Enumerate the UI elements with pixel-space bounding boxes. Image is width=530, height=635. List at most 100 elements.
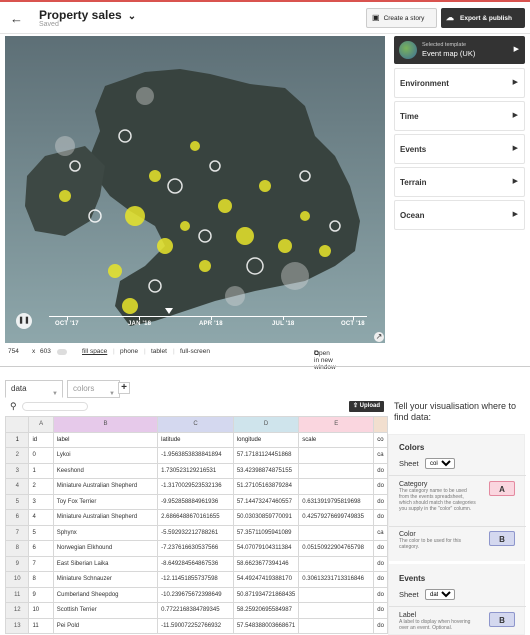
table-cell[interactable]: 0.05150922904765798 [298, 540, 375, 557]
table-cell[interactable]: 0.6313919795819698 [298, 493, 375, 510]
table-cell[interactable]: 10 [28, 602, 54, 619]
events-sheet-select[interactable]: data [425, 589, 455, 600]
row-number[interactable]: 8 [5, 540, 30, 557]
table-cell[interactable]: Sphynx [52, 524, 159, 541]
table-cell[interactable]: Cumberland Sheepdog [52, 586, 159, 603]
section-ocean[interactable]: Ocean ▶ [394, 200, 525, 230]
table-cell[interactable]: Pei Pold [52, 617, 159, 634]
tab-data[interactable]: data ▼ [5, 380, 63, 398]
row-number[interactable]: 2 [5, 447, 30, 464]
table-cell[interactable]: -11.590072252766932 [157, 617, 234, 634]
table-cell[interactable]: -5.592932212788261 [157, 524, 234, 541]
column-header-e[interactable]: E [298, 416, 375, 433]
table-cell[interactable]: -1.9563853838841894 [157, 447, 234, 464]
table-cell[interactable]: do [373, 571, 388, 588]
table-cell[interactable]: 51.27105163879284 [232, 478, 300, 495]
table-cell[interactable]: -7.237616630537566 [157, 540, 234, 557]
tab-colors[interactable]: colors ▼ [67, 380, 120, 398]
search-input[interactable] [22, 402, 88, 411]
table-cell[interactable]: 58.25920695584987 [232, 602, 300, 619]
table-cell[interactable]: do [373, 617, 388, 634]
table-cell[interactable] [298, 586, 375, 603]
table-cell[interactable] [298, 462, 375, 479]
column-header-a[interactable]: A [28, 416, 54, 433]
resize-handle-icon[interactable]: ↗ [374, 332, 384, 342]
table-cell[interactable]: -12.11451855737598 [157, 571, 234, 588]
table-cell[interactable]: Scottish Terrier [52, 602, 159, 619]
height-input[interactable]: 603 [40, 348, 51, 355]
row-number[interactable]: 3 [5, 462, 30, 479]
column-header-d[interactable]: D [232, 416, 300, 433]
table-cell[interactable]: 58.6623677394146 [232, 555, 300, 572]
table-cell[interactable]: 50.03030859770091 [232, 509, 300, 526]
table-cell[interactable]: 1.730523129216531 [157, 462, 234, 479]
phone-preset[interactable]: phone [120, 348, 138, 355]
row-number[interactable]: 1 [5, 431, 30, 448]
table-cell[interactable]: 3 [28, 493, 54, 510]
table-cell[interactable]: do [373, 586, 388, 603]
table-cell[interactable]: 5 [28, 524, 54, 541]
export-publish-button[interactable]: ☁ Export & publish [441, 8, 525, 28]
row-number[interactable]: 13 [5, 617, 30, 634]
table-cell[interactable]: -1.3170029523532136 [157, 478, 234, 495]
pause-button[interactable]: ❚❚ [16, 313, 32, 329]
section-time[interactable]: Time ▶ [394, 101, 525, 131]
table-cell[interactable]: ca [373, 447, 388, 464]
column-header-f[interactable] [373, 416, 388, 433]
table-cell[interactable] [298, 524, 375, 541]
table-cell[interactable]: do [373, 555, 388, 572]
row-number[interactable]: 9 [5, 555, 30, 572]
table-cell[interactable]: 0.30613231713316846 [298, 571, 375, 588]
table-cell[interactable]: Miniature Australian Shepherd [52, 509, 159, 526]
template-selector[interactable]: Selected template Event map (UK) ▶ [394, 36, 525, 64]
table-cell[interactable]: 2.6866488670161655 [157, 509, 234, 526]
table-cell[interactable]: do [373, 462, 388, 479]
table-cell[interactable]: 57.14473247460557 [232, 493, 300, 510]
table-cell[interactable]: 54.49247419388170 [232, 571, 300, 588]
column-header-b[interactable]: B [52, 416, 159, 433]
table-cell[interactable]: 57.17181124451868 [232, 447, 300, 464]
fullscreen-preset[interactable]: full-screen [180, 348, 210, 355]
table-cell[interactable]: ca [373, 524, 388, 541]
caret-down-icon[interactable]: ▼ [109, 386, 115, 402]
table-cell[interactable]: -10.239675672398649 [157, 586, 234, 603]
table-cell[interactable]: Miniature Schnauzer [52, 571, 159, 588]
table-cell[interactable]: longitude [232, 431, 300, 448]
table-cell[interactable]: Norwegian Elkhound [52, 540, 159, 557]
table-cell[interactable]: latitude [157, 431, 234, 448]
table-cell[interactable]: 53.42398874875155 [232, 462, 300, 479]
row-number[interactable]: 7 [5, 524, 30, 541]
table-cell[interactable] [298, 447, 375, 464]
row-number[interactable]: 4 [5, 478, 30, 495]
table-cell[interactable]: 7 [28, 555, 54, 572]
table-cell[interactable]: East Siberian Laika [52, 555, 159, 572]
table-cell[interactable]: 0 [28, 447, 54, 464]
tablet-preset[interactable]: tablet [151, 348, 167, 355]
table-cell[interactable]: do [373, 540, 388, 557]
panel-divider[interactable] [0, 366, 530, 367]
table-cell[interactable]: 11 [28, 617, 54, 634]
section-events[interactable]: Events ▶ [394, 134, 525, 164]
table-cell[interactable]: 54.07079104311384 [232, 540, 300, 557]
column-header-c[interactable]: C [157, 416, 234, 433]
section-terrain[interactable]: Terrain ▶ [394, 167, 525, 197]
table-cell[interactable]: 4 [28, 509, 54, 526]
table-cell[interactable]: 6 [28, 540, 54, 557]
table-cell[interactable] [298, 617, 375, 634]
corner-cell[interactable] [5, 416, 30, 433]
table-cell[interactable]: 0.7722168384789345 [157, 602, 234, 619]
fill-space-toggle[interactable] [57, 349, 67, 355]
table-cell[interactable]: do [373, 493, 388, 510]
column-pill-b[interactable]: B [489, 531, 515, 546]
upload-button[interactable]: ⇪ Upload [349, 401, 384, 412]
table-cell[interactable]: -8.649284564867536 [157, 555, 234, 572]
timeline-handle[interactable] [165, 308, 173, 314]
table-cell[interactable]: Keeshond [52, 462, 159, 479]
table-cell[interactable]: 9 [28, 586, 54, 603]
table-cell[interactable]: do [373, 509, 388, 526]
map-preview[interactable]: ❚❚ OCT '17 JAN '18 APR '18 JUL '18 OCT '… [5, 36, 385, 343]
column-pill-a[interactable]: A [489, 481, 515, 496]
table-cell[interactable] [298, 555, 375, 572]
row-number[interactable]: 11 [5, 586, 30, 603]
table-cell[interactable]: 2 [28, 478, 54, 495]
